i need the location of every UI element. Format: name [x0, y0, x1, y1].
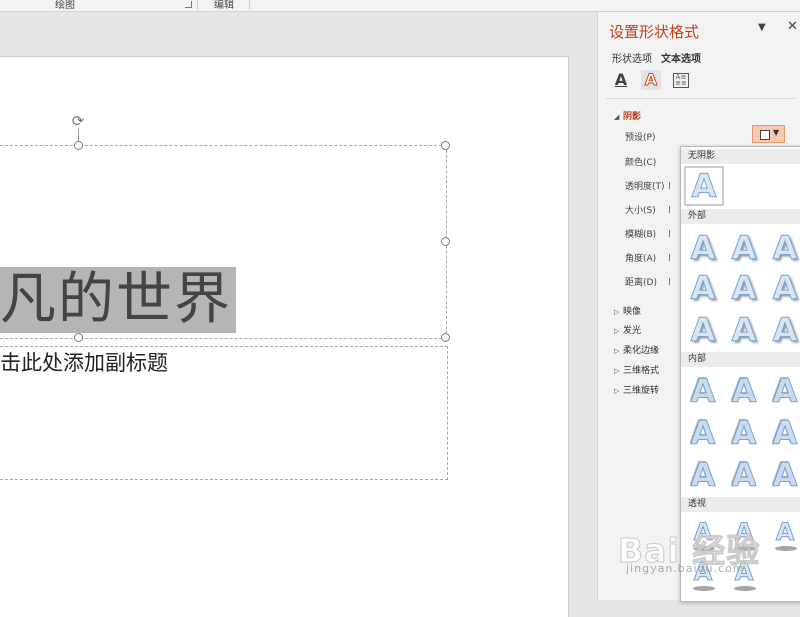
text-effects-icon[interactable]: A — [641, 70, 661, 90]
tab-shape-options[interactable]: 形状选项 — [612, 50, 652, 65]
preset-no-shadow[interactable]: A — [684, 166, 724, 206]
ribbon-separator — [249, 0, 250, 10]
shadow-preset-button[interactable]: ▼ — [752, 125, 785, 143]
preset-inner-1[interactable]: A — [683, 371, 723, 411]
preset-inner-6[interactable]: A — [765, 413, 800, 453]
preset-perspective-3[interactable]: A — [765, 517, 800, 557]
preset-outer-1[interactable]: A — [683, 228, 723, 268]
subtitle-placeholder-text[interactable]: 击此处添加副标题 — [0, 347, 168, 377]
preset-outer-3[interactable]: A — [765, 228, 800, 268]
prop-blur-label: 模糊(B) — [625, 230, 657, 240]
size-slider[interactable] — [669, 206, 670, 213]
preset-outer-8[interactable]: A — [724, 310, 764, 350]
preset-inner-7[interactable]: A — [683, 455, 723, 495]
dialog-launcher-icon[interactable] — [185, 1, 192, 8]
gallery-header-no-shadow: 无阴影 — [681, 149, 800, 164]
pane-options-dropdown-icon[interactable]: ▼ — [758, 22, 766, 33]
preset-inner-4[interactable]: A — [683, 413, 723, 453]
expand-triangle-icon: ▷ — [614, 347, 620, 355]
preset-inner-5[interactable]: A — [724, 413, 764, 453]
resize-handle-top[interactable] — [74, 141, 83, 150]
preset-outer-2[interactable]: A — [724, 228, 764, 268]
rotate-handle-icon[interactable]: ⟳ — [70, 113, 86, 129]
expand-triangle-icon: ▷ — [614, 367, 620, 375]
pane-title: 设置形状格式 — [609, 23, 700, 41]
expand-triangle-icon: ▷ — [614, 327, 620, 335]
pane-divider — [606, 98, 796, 99]
resize-handle-top-right[interactable] — [441, 141, 450, 150]
preset-inner-2[interactable]: A — [724, 371, 764, 411]
expand-triangle-icon: ▷ — [614, 387, 620, 395]
title-text-selected[interactable]: 凡的世界 — [0, 267, 236, 333]
text-fill-outline-icon[interactable]: A — [611, 70, 631, 90]
preset-inner-8[interactable]: A — [724, 455, 764, 495]
section-3d-rotation[interactable]: ▷ 三维旋转 — [614, 383, 659, 396]
resize-handle-bottom-right[interactable] — [441, 333, 450, 342]
section-reflection[interactable]: ▷ 映像 — [614, 304, 641, 317]
distance-slider[interactable] — [669, 278, 670, 285]
section-shadow[interactable]: ◢ 阴影 — [614, 109, 641, 122]
preset-outer-4[interactable]: A — [683, 268, 723, 308]
preset-outer-9[interactable]: A — [765, 310, 800, 350]
prop-color-label: 颜色(C) — [625, 158, 657, 168]
preset-outer-6[interactable]: A — [765, 268, 800, 308]
ribbon-separator — [197, 0, 198, 10]
prop-size-label: 大小(S) — [625, 206, 656, 216]
baidu-watermark-url: jingyan.baidu.com — [626, 562, 745, 575]
transparency-slider[interactable] — [669, 182, 670, 189]
ribbon-group-drawing[interactable]: 绘图 — [55, 0, 75, 11]
tab-text-options[interactable]: 文本选项 — [661, 50, 701, 65]
shadow-preset-swatch — [760, 130, 770, 140]
ribbon-group-editing[interactable]: 编辑 — [214, 0, 234, 11]
section-soft-edges[interactable]: ▷ 柔化边缘 — [614, 343, 659, 356]
resize-handle-right[interactable] — [441, 237, 450, 246]
blur-slider[interactable] — [669, 230, 670, 237]
prop-distance-label: 距离(D) — [625, 278, 657, 288]
pane-close-icon[interactable]: ✕ — [787, 19, 798, 34]
expand-triangle-icon: ▷ — [614, 308, 620, 316]
canvas-scrollbar[interactable] — [582, 12, 597, 600]
gallery-header-perspective: 透视 — [681, 497, 800, 512]
angle-slider[interactable] — [669, 254, 670, 261]
prop-preset-label: 预设(P) — [625, 133, 656, 143]
preset-outer-7[interactable]: A — [683, 310, 723, 350]
preset-inner-3[interactable]: A — [765, 371, 800, 411]
ribbon-strip: 绘图 编辑 — [0, 0, 800, 12]
textbox-layout-icon[interactable]: A≡ ≡≡ — [671, 70, 691, 90]
chevron-down-icon: ▼ — [773, 128, 780, 137]
section-glow[interactable]: ▷ 发光 — [614, 323, 641, 336]
prop-angle-label: 角度(A) — [625, 254, 657, 264]
gallery-header-inner: 内部 — [681, 352, 800, 367]
section-3d-format[interactable]: ▷ 三维格式 — [614, 363, 659, 376]
preset-outer-5[interactable]: A — [724, 268, 764, 308]
resize-handle-bottom[interactable] — [74, 333, 83, 342]
prop-transparency-label: 透明度(T) — [625, 182, 665, 192]
collapse-triangle-icon: ◢ — [614, 113, 620, 121]
gallery-header-outer: 外部 — [681, 209, 800, 224]
preset-inner-9[interactable]: A — [765, 455, 800, 495]
